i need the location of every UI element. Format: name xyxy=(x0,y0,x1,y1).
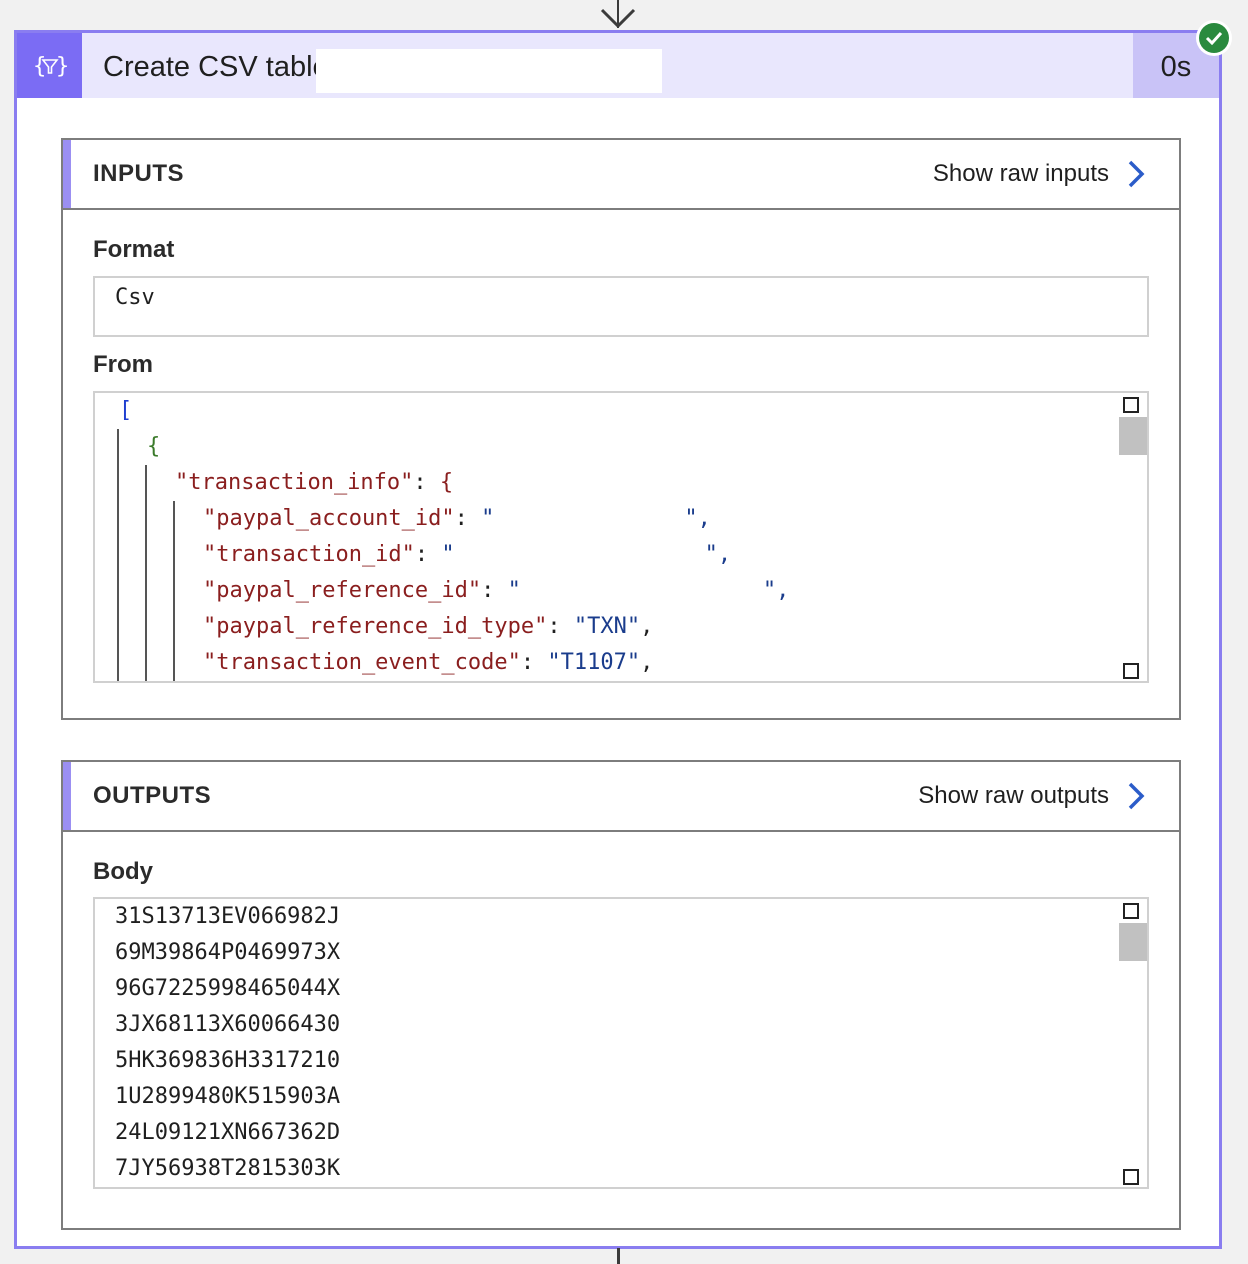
body-line: 1U2899480K515903A xyxy=(115,1084,341,1109)
body-line: 5HK369836H3317210 xyxy=(115,1048,341,1073)
show-raw-inputs-link[interactable]: Show raw inputs xyxy=(933,140,1145,208)
arrow-down-icon xyxy=(600,8,636,29)
show-raw-outputs-label: Show raw outputs xyxy=(918,782,1109,809)
redacted-value xyxy=(494,506,685,532)
outputs-section-header: OUTPUTS Show raw outputs xyxy=(63,762,1179,832)
action-header[interactable]: { } Create CSV table 0s xyxy=(17,33,1219,98)
chevron-right-icon xyxy=(1128,782,1145,810)
scroll-up-button[interactable] xyxy=(1123,397,1139,413)
scroll-down-button[interactable] xyxy=(1123,1169,1139,1185)
redacted-value xyxy=(454,542,705,568)
code-line: [ xyxy=(119,398,133,423)
svg-text:}: } xyxy=(56,54,67,79)
flow-connector-bottom xyxy=(617,1248,620,1264)
chevron-right-icon xyxy=(1128,160,1145,188)
section-accent-bar xyxy=(63,762,71,830)
indent-guide xyxy=(145,465,147,681)
code-line: "paypal_reference_id_type": "TXN", xyxy=(203,614,654,639)
indent-guide xyxy=(173,501,175,681)
inputs-section: INPUTS Show raw inputs Format Csv From [… xyxy=(61,138,1181,720)
body-line: 24L09121XN667362D xyxy=(115,1120,341,1145)
body-label: Body xyxy=(93,858,153,885)
checkmark-icon xyxy=(1199,23,1229,53)
scrollbar-thumb[interactable] xyxy=(1119,417,1147,455)
body-output-box[interactable]: 31S13713EV066982J 69M39864P0469973X 96G7… xyxy=(93,897,1149,1189)
body-line: 96G7225998465044X xyxy=(115,976,341,1001)
code-line: "transaction_info": { xyxy=(175,470,454,495)
action-card: { } Create CSV table 0s INPUTS Show raw … xyxy=(14,30,1222,1249)
data-operation-icon: { } xyxy=(17,33,82,98)
indent-guide xyxy=(117,429,119,681)
code-line: "transaction_event_code": "T1107", xyxy=(203,650,654,675)
scroll-down-button[interactable] xyxy=(1123,663,1139,679)
svg-text:{: { xyxy=(33,54,46,79)
format-value: Csv xyxy=(115,285,155,310)
code-line: "paypal_reference_id": " ", xyxy=(203,578,790,604)
scroll-up-button[interactable] xyxy=(1123,903,1139,919)
inputs-heading: INPUTS xyxy=(93,160,185,187)
body-line: 3JX68113X60066430 xyxy=(115,1012,341,1037)
code-line: { xyxy=(147,434,161,459)
redacted-value xyxy=(520,578,763,604)
action-title: Create CSV table xyxy=(103,51,329,83)
scrollbar-thumb[interactable] xyxy=(1119,923,1147,961)
format-label: Format xyxy=(93,236,175,263)
from-code-box[interactable]: [ { "transaction_info": { "paypal_accoun… xyxy=(93,391,1149,683)
body-line: 7JY56938T2815303K xyxy=(115,1156,341,1181)
body-line: 31S13713EV066982J xyxy=(115,904,341,929)
section-accent-bar xyxy=(63,140,71,208)
body-line: 69M39864P0469973X xyxy=(115,940,341,965)
outputs-section: OUTPUTS Show raw outputs Body 31S13713EV… xyxy=(61,760,1181,1230)
status-success-badge xyxy=(1196,20,1232,56)
format-field: Csv xyxy=(93,276,1149,337)
code-line: "paypal_account_id": " ", xyxy=(203,506,711,532)
inputs-section-header: INPUTS Show raw inputs xyxy=(63,140,1179,210)
show-raw-inputs-label: Show raw inputs xyxy=(932,160,1109,187)
redacted-region xyxy=(316,49,662,93)
show-raw-outputs-link[interactable]: Show raw outputs xyxy=(918,762,1145,830)
from-label: From xyxy=(93,351,153,378)
outputs-heading: OUTPUTS xyxy=(93,782,212,809)
code-line: "transaction_id": " ", xyxy=(203,542,732,568)
